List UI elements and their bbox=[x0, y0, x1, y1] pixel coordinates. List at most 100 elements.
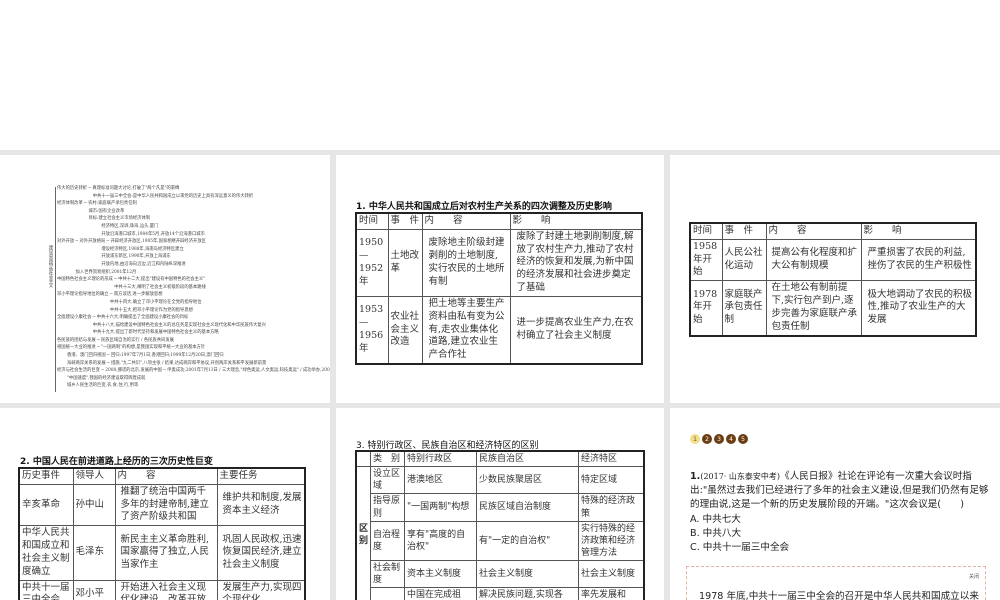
cell: 废除了封建土地剥削制度,解放了农村生产力,推动了农村经济的恢复和发展,为新中国的… bbox=[509, 228, 643, 297]
cell: 开始进入社会主义现代化建设、改革开放 bbox=[114, 579, 218, 600]
region-differences-table: 类 别 特别行政区 民族自治区 经济特区 区别 设立区域 港澳地区 少数民族聚居… bbox=[355, 450, 645, 600]
slide-rural-relations-1[interactable]: 1. 中华人民共和国成立后对农村生产关系的四次调整及历史影响 时间 事 件 内 … bbox=[336, 155, 664, 403]
header-cell: 事 件 bbox=[721, 222, 767, 240]
historic-changes-table: 历史事件 领导人 内 容 主要任务 辛亥革命 孙中山 推翻了统治中国两千多年的封… bbox=[18, 467, 306, 600]
cell: 自治程度 bbox=[370, 520, 406, 562]
cell: 提高公有化程度和扩大公有制规模 bbox=[765, 238, 862, 282]
cell: 新民主主义革命胜利,国家赢得了独立,人民当家作主 bbox=[114, 525, 218, 581]
mindmap-line: 全面建设小康社会 ─ 中共十六大,明确提出了全面建设小康社会的目标 bbox=[57, 315, 189, 321]
table-header-row: 历史事件 领导人 内 容 主要任务 bbox=[18, 467, 306, 485]
mindmap-line: "中国速度",我国的经济建设取得辉煌成就 bbox=[57, 375, 146, 381]
cell: 港澳地区 bbox=[404, 466, 478, 495]
mindmap-line: 开放内地,由沿海向沿边,沿江和内陆纵深推进 bbox=[57, 261, 186, 267]
slide-rural-relations-2[interactable]: 时间 事 件 内 容 影 响 1958年开始 人民公社化运动 提高公有化程度和扩… bbox=[670, 155, 1000, 403]
cell: 废除地主阶级封建剥削的土地制度,实行农民的土地所有制 bbox=[421, 228, 511, 297]
mindmap-root: 建设中国特色社会主义 bbox=[48, 245, 53, 288]
pager-dot-2[interactable]: 2 bbox=[702, 434, 712, 444]
option-c[interactable]: C. 中共十一届三中全会 bbox=[690, 541, 990, 555]
cell: 严重损害了农民的利益,挫伤了农民的生产积极性 bbox=[860, 238, 977, 282]
question-block: 1.(2017· 山东泰安中考)《人民日报》社论在评论有一次重大会议时指出:"虽… bbox=[690, 470, 990, 555]
table-row: 中国在完成祖 解决民族问题,实现各 率先发展和 bbox=[356, 587, 645, 600]
header-cell: 时间 bbox=[355, 212, 389, 230]
question-source: (2017· 山东泰安中考) bbox=[700, 472, 781, 481]
mindmap-line: 城乡人民生活的巨变,衣,食,住,行,用等 bbox=[57, 383, 139, 389]
header-cell: 影 响 bbox=[860, 222, 977, 240]
mindmap-line: 中共十三大,阐明了社会主义初级阶段的基本路线 bbox=[57, 284, 206, 290]
header-cell: 主要任务 bbox=[216, 467, 306, 485]
table-row: 社会制度 资本主义制度 社会主义制度 社会主义制度 bbox=[356, 560, 645, 589]
slide-historic-changes[interactable]: 2. 中国人民在前进道路上经历的三次历史性巨变 历史事件 领导人 内 容 主要任… bbox=[0, 408, 330, 600]
cell: 1950—1952年 bbox=[355, 228, 389, 297]
mindmap-line: 中国特色社会主义理论的形成 ─ 中共十二大,提出"建设有中国特色的社会主义" bbox=[57, 277, 206, 283]
table-header-row: 时间 事 件 内 容 影 响 bbox=[689, 222, 977, 240]
cell: 民族区域自治制度 bbox=[476, 493, 580, 522]
mindmap-line: 香港、澳门回归祖国 ─ 回归:1997年7月1日,香港回归;1999年12月20… bbox=[57, 353, 224, 359]
cell: 土地改革 bbox=[387, 228, 423, 297]
slide-thumbnail-grid: 建设中国特色社会主义 伟大的历史转折 ─ 真理标准问题大讨论,打破了"两个凡是"… bbox=[0, 150, 1000, 600]
cell: 人民公社化运动 bbox=[721, 238, 767, 282]
mindmap-line: 邓小平理论指导地位的确立 ─ 南方谈话,进一步解放思想 bbox=[57, 292, 163, 298]
mindmap-line: 祖国统一大业的推进 ─ "一国两制"的构想,是我国实现和平统一大业的基本方针 bbox=[57, 345, 206, 351]
cell: 孙中山 bbox=[72, 483, 116, 527]
slide-title: 1. 中华人民共和国成立后对农村生产关系的四次调整及历史影响 bbox=[356, 202, 612, 212]
cell: 解决民族问题,实现各 bbox=[476, 587, 580, 600]
slide-mindmap[interactable]: 建设中国特色社会主义 伟大的历史转折 ─ 真理标准问题大讨论,打破了"两个凡是"… bbox=[0, 155, 330, 403]
cell: 享有"高度的自治权" bbox=[404, 520, 478, 562]
mindmap-line: 加入世界贸易组织,2001年12月 bbox=[57, 269, 137, 275]
cell: 中共十一届三中全会 bbox=[18, 579, 74, 600]
slide-region-differences[interactable]: 3. 特别行政区、民族自治区和经济特区的区别 类 别 特别行政区 民族自治区 经… bbox=[336, 408, 664, 600]
mindmap-line: 目标:建立社会主义市场经济体制 bbox=[57, 216, 151, 222]
corner-cell bbox=[355, 450, 371, 468]
pager-dot-1[interactable]: 1 bbox=[690, 434, 700, 444]
option-a[interactable]: A. 中共七大 bbox=[690, 513, 990, 527]
cell: 毛泽东 bbox=[72, 525, 116, 581]
cell: 指导原则 bbox=[370, 493, 406, 522]
header-cell: 历史事件 bbox=[18, 467, 74, 485]
mindmap-line: 经济体制改革 ─ 农村:家庭联产承包责任制 bbox=[57, 201, 137, 207]
slide-quiz[interactable]: 1 2 3 4 5 1.(2017· 山东泰安中考)《人民日报》社论在评论有一次… bbox=[670, 408, 1000, 600]
cell: 邓小平 bbox=[72, 579, 116, 600]
mindmap-line: 城市:国有企业改革 bbox=[57, 208, 125, 214]
rural-table-2: 时间 事 件 内 容 影 响 1958年开始 人民公社化运动 提高公有化程度和扩… bbox=[689, 222, 977, 337]
cell: 社会主义制度 bbox=[578, 560, 645, 589]
mindmap-line: 中共十五大,把邓小平理论作为党的指导思想 bbox=[57, 307, 193, 313]
cell: 有"一定的自治权" bbox=[476, 520, 580, 562]
cell: 实行特殊的经济政策和经济管理方法 bbox=[578, 520, 645, 562]
cell: 1978年开始 bbox=[689, 280, 723, 336]
cell: 中华人民共和国成立和社会主义制度确立 bbox=[18, 525, 74, 581]
cell: 1953—1956年 bbox=[355, 295, 389, 365]
answer-popup: 关闭 1978 年底,中共十一届三中全会的召开是中华人民共和国成立以来 bbox=[686, 566, 986, 600]
cell: 特定区域 bbox=[578, 466, 645, 495]
rural-table-1: 时间 事 件 内 容 影 响 1950—1952年 土地改革 废除地主阶级封建剥… bbox=[355, 212, 643, 365]
question-number: 1. bbox=[690, 471, 701, 482]
pager-dot-4[interactable]: 4 bbox=[726, 434, 736, 444]
mindmap-line: 中共十一届三中全会:是中华人民共和国成立以来党的历史上具有深远意义的伟大转折 bbox=[57, 193, 254, 199]
mindmap-line: 开放沿海港口城市,1984年5月,开放14个沿海港口城市 bbox=[57, 231, 205, 237]
cell: 极大地调动了农民的积极性,推动了农业生产的大发展 bbox=[860, 280, 977, 336]
option-b[interactable]: B. 中共八大 bbox=[690, 527, 990, 541]
pager-dot-3[interactable]: 3 bbox=[714, 434, 724, 444]
table-row: 中共十一届三中全会 邓小平 开始进入社会主义现代化建设、改革开放 发展生产力,实… bbox=[18, 579, 306, 600]
header-cell: 特别行政区 bbox=[404, 450, 478, 468]
table-row: 1953—1956年 农业社会主义改造 把土地等主要生产资料由私有变为公有,走农… bbox=[355, 295, 643, 365]
cell: 维护共和制度,发展资本主义经济 bbox=[216, 483, 306, 527]
pager-dot-5[interactable]: 5 bbox=[738, 434, 748, 444]
table-row: 区别 设立区域 港澳地区 少数民族聚居区 特定区域 bbox=[355, 466, 645, 600]
table-row: 1978年开始 家庭联产承包责任制 在土地公有制前提下,实行包产到户,逐步完善为… bbox=[689, 280, 977, 336]
cell: 发展生产力,实现四个现代化 bbox=[216, 579, 306, 600]
question-pager: 1 2 3 4 5 bbox=[690, 434, 748, 444]
header-cell: 民族自治区 bbox=[476, 450, 580, 468]
mindmap-lines: 伟大的历史转折 ─ 真理标准问题大讨论,打破了"两个凡是"的束缚 中共十一届三中… bbox=[57, 185, 330, 390]
mindmap-line: 海峡两岸关系的发展 ─ 措施,"九二共识",八项主张 / 结果,达成两岸和平协议… bbox=[57, 360, 267, 366]
header-cell: 事 件 bbox=[387, 212, 423, 230]
popup-close-button[interactable]: 关闭 bbox=[969, 573, 979, 580]
cell bbox=[370, 587, 406, 600]
table-row: 中华人民共和国成立和社会主义制度确立 毛泽东 新民主主义革命胜利,国家赢得了独立… bbox=[18, 525, 306, 581]
cell: 率先发展和 bbox=[578, 587, 645, 600]
cell: 在土地公有制前提下,实行包产到户,逐步完善为家庭联产承包责任制 bbox=[765, 280, 862, 336]
header-cell: 内 容 bbox=[421, 212, 511, 230]
mindmap-line: 开放浦东新区,1990年,开放上海浦东 bbox=[57, 254, 171, 260]
table-row: 1950—1952年 土地改革 废除地主阶级封建剥削的土地制度,实行农民的土地所… bbox=[355, 228, 643, 297]
cell: 辛亥革命 bbox=[18, 483, 74, 527]
cell: 特殊的经济政策 bbox=[578, 493, 645, 522]
